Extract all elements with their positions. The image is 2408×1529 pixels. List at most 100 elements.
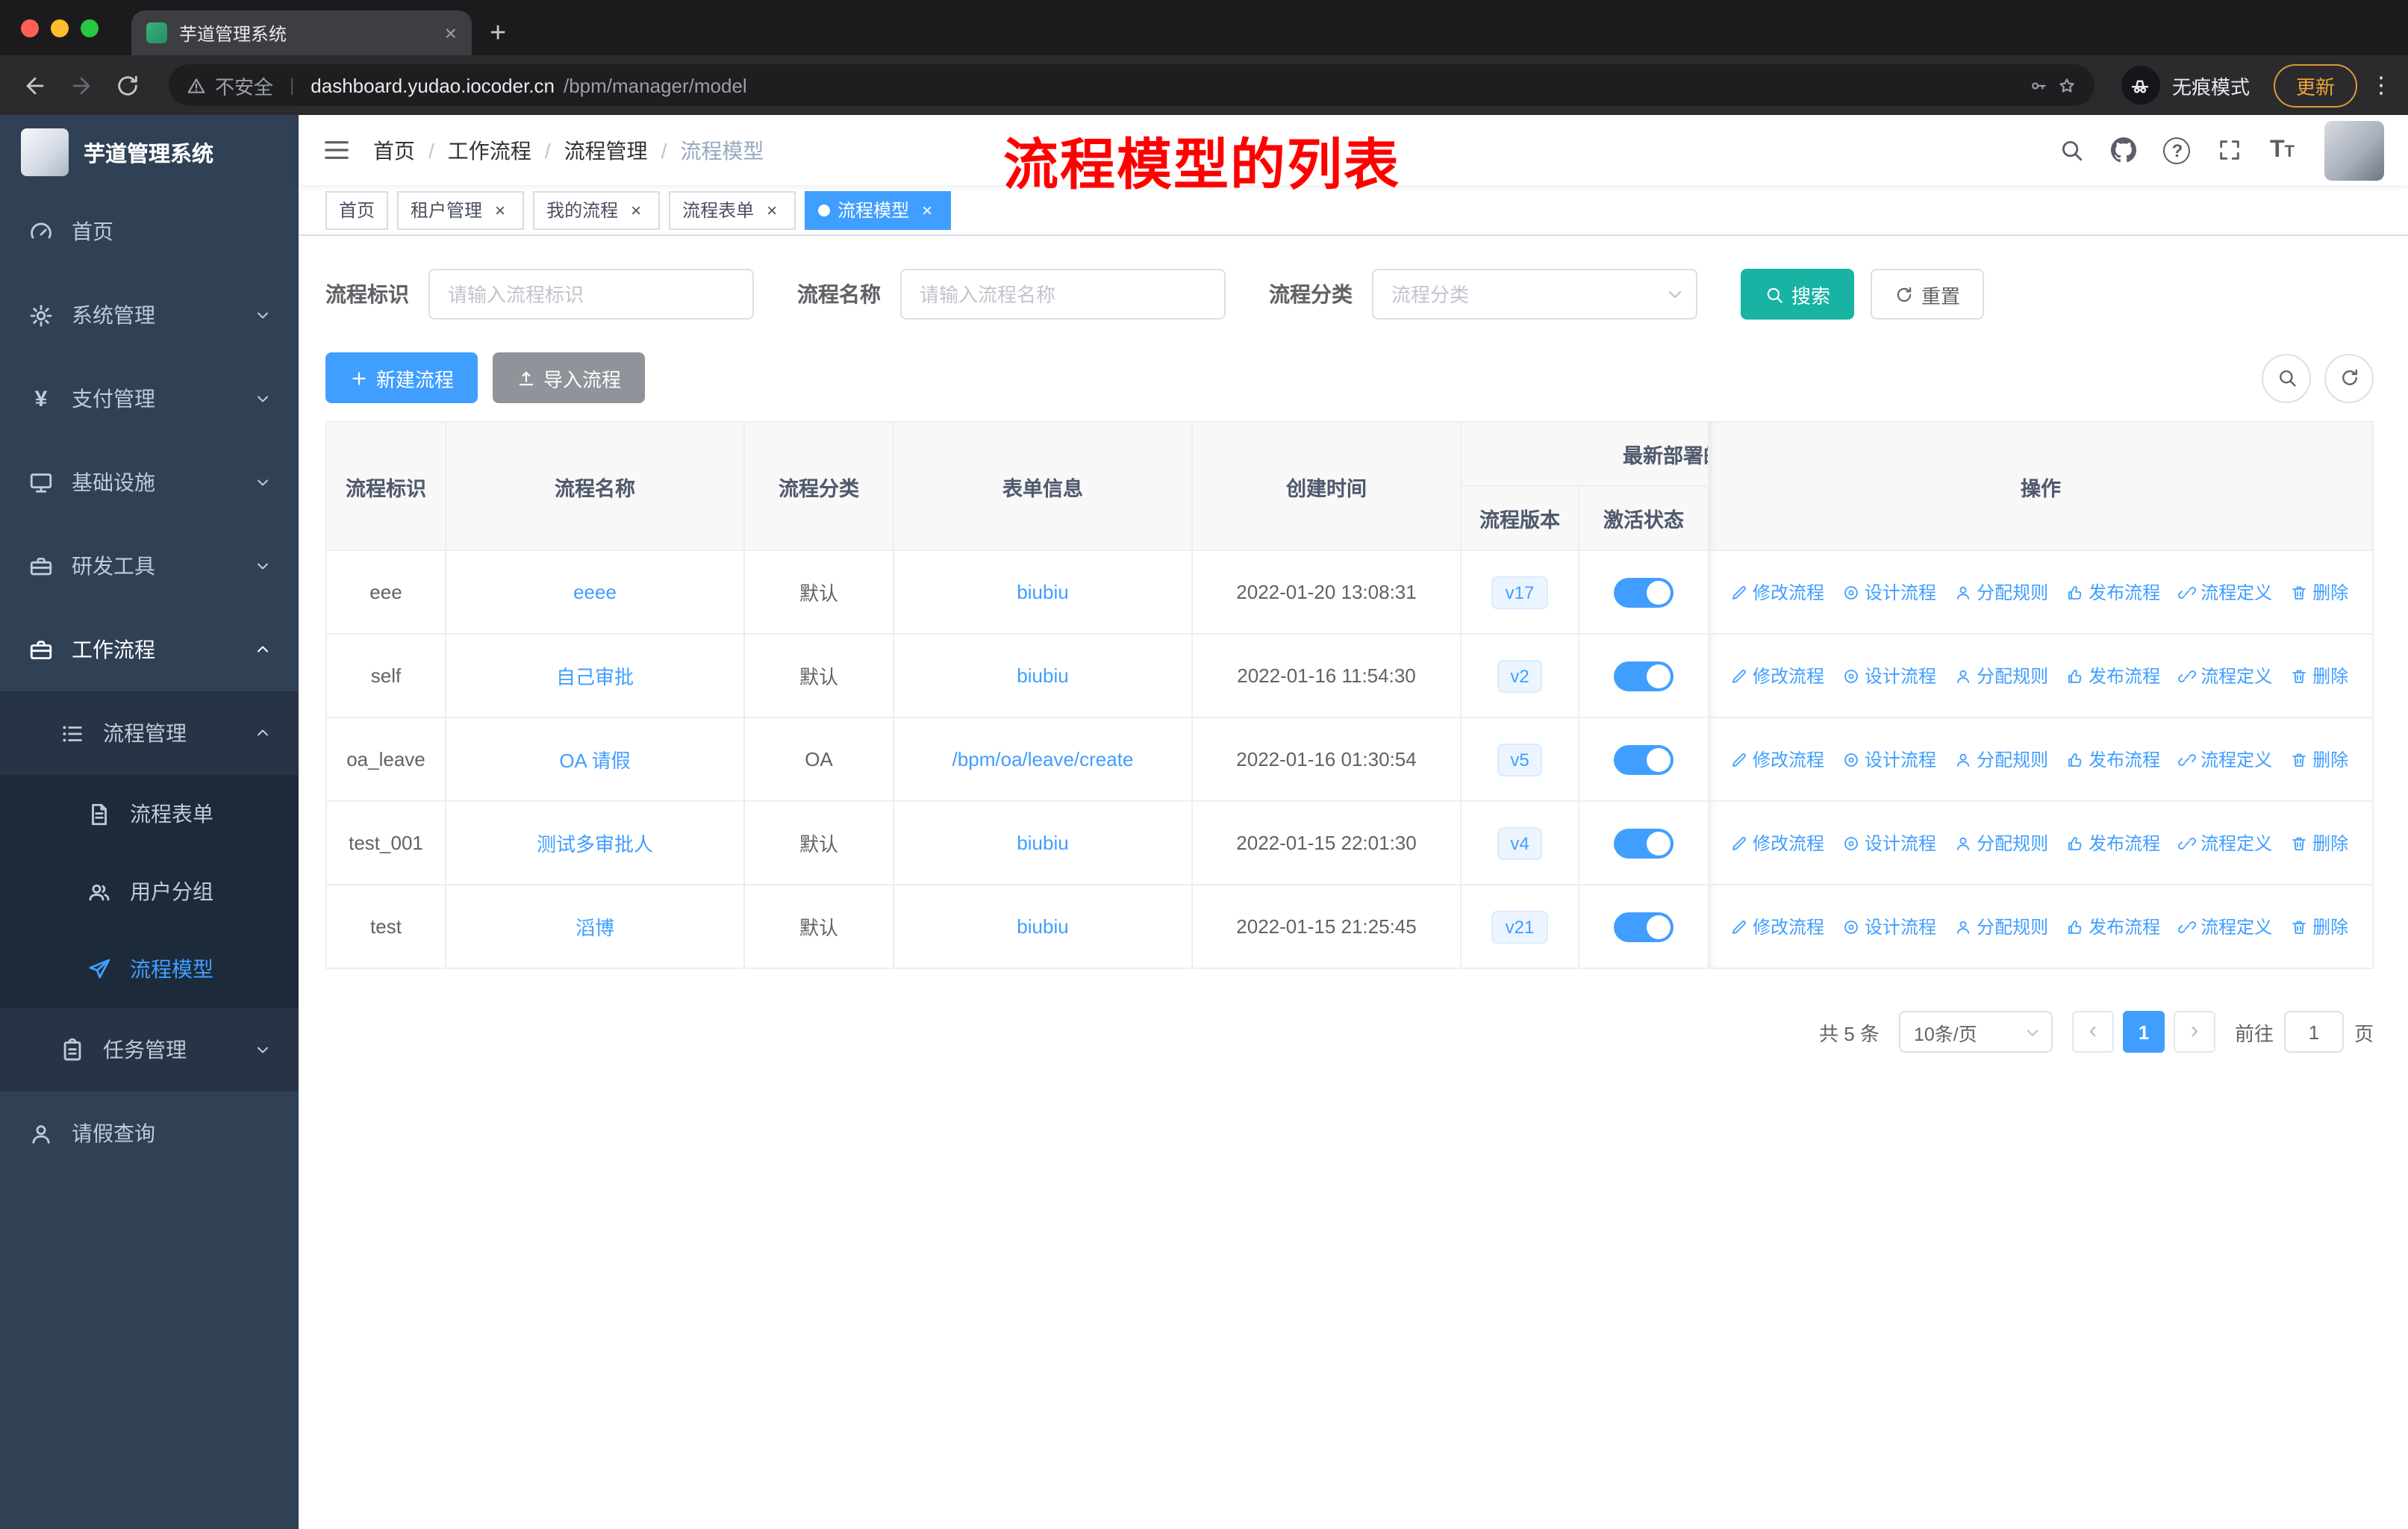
form-info-link[interactable]: biubiu xyxy=(1017,915,1068,938)
action-publish-process-link[interactable]: 发布流程 xyxy=(2066,747,2160,772)
process-name-link[interactable]: 自己审批 xyxy=(556,666,634,688)
action-delete-link[interactable]: 删除 xyxy=(2290,663,2348,688)
tag-close-icon[interactable]: × xyxy=(490,199,511,220)
page-size-select[interactable]: 10条/页 xyxy=(1898,1011,2053,1053)
tag-close-icon[interactable]: × xyxy=(761,199,782,220)
sidebar-toggle-icon[interactable] xyxy=(322,136,351,164)
sidebar-item-payment-management[interactable]: ¥ 支付管理 xyxy=(0,357,299,440)
user-avatar[interactable] xyxy=(2324,120,2384,180)
form-info-link[interactable]: biubiu xyxy=(1017,664,1068,687)
search-button[interactable]: 搜索 xyxy=(1741,269,1855,320)
action-edit-process-link[interactable]: 修改流程 xyxy=(1730,663,1824,688)
search-icon[interactable] xyxy=(2059,137,2085,163)
refresh-table-button[interactable] xyxy=(2324,353,2374,402)
breadcrumb-item-home[interactable]: 首页 xyxy=(373,135,415,165)
next-page-button[interactable]: › xyxy=(2173,1011,2215,1053)
sidebar-item-process-management[interactable]: 流程管理 xyxy=(0,691,299,775)
sidebar-item-dev-tools[interactable]: 研发工具 xyxy=(0,524,299,608)
sidebar-item-home[interactable]: 首页 xyxy=(0,190,299,273)
action-assign-rule-link[interactable]: 分配规则 xyxy=(1954,747,2048,772)
prev-page-button[interactable]: ‹ xyxy=(2071,1011,2114,1053)
sidebar-item-infrastructure[interactable]: 基础设施 xyxy=(0,440,299,524)
form-info-link[interactable]: biubiu xyxy=(1017,832,1068,854)
action-publish-process-link[interactable]: 发布流程 xyxy=(2066,579,2160,605)
address-bar[interactable]: 不安全 | dashboard.yudao.iocoder.cn/bpm/man… xyxy=(169,64,2094,106)
active-toggle[interactable] xyxy=(1614,912,1674,941)
action-edit-process-link[interactable]: 修改流程 xyxy=(1730,579,1824,605)
minimize-window-button[interactable] xyxy=(51,19,69,37)
action-assign-rule-link[interactable]: 分配规则 xyxy=(1954,579,2048,605)
font-size-icon[interactable]: TT xyxy=(2270,137,2295,162)
close-window-button[interactable] xyxy=(21,19,39,37)
import-process-button[interactable]: 导入流程 xyxy=(493,352,646,403)
breadcrumb-item-process-management[interactable]: 流程管理 xyxy=(564,135,648,165)
forward-button[interactable] xyxy=(61,65,102,105)
action-process-definition-link[interactable]: 流程定义 xyxy=(2178,579,2272,605)
process-name-link[interactable]: 滔博 xyxy=(576,917,614,939)
action-process-definition-link[interactable]: 流程定义 xyxy=(2178,663,2272,688)
tag-my-process[interactable]: 我的流程 × xyxy=(533,190,661,229)
form-info-link[interactable]: biubiu xyxy=(1017,581,1068,603)
reset-button[interactable]: 重置 xyxy=(1871,269,1985,320)
sidebar-item-workflow[interactable]: 工作流程 xyxy=(0,608,299,691)
active-toggle[interactable] xyxy=(1614,744,1674,774)
browser-update-button[interactable]: 更新 xyxy=(2273,63,2357,107)
action-edit-process-link[interactable]: 修改流程 xyxy=(1730,914,1824,939)
active-toggle[interactable] xyxy=(1614,828,1674,858)
action-assign-rule-link[interactable]: 分配规则 xyxy=(1954,914,2048,939)
app-logo[interactable]: 芋道管理系统 xyxy=(0,115,299,190)
fullscreen-icon[interactable] xyxy=(2218,137,2243,163)
reload-button[interactable] xyxy=(107,65,148,105)
tag-process-model[interactable]: 流程模型 × xyxy=(805,190,952,229)
password-key-icon[interactable] xyxy=(2029,75,2048,95)
current-page-button[interactable]: 1 xyxy=(2122,1011,2165,1053)
sidebar-item-user-group[interactable]: 用户分组 xyxy=(0,853,299,930)
action-delete-link[interactable]: 删除 xyxy=(2290,579,2348,605)
new-tab-button[interactable]: + xyxy=(490,19,506,48)
browser-tab[interactable]: 芋道管理系统 × xyxy=(131,10,472,55)
help-icon[interactable]: ? xyxy=(2163,137,2191,164)
sidebar-item-process-form[interactable]: 流程表单 xyxy=(0,775,299,853)
toggle-search-button[interactable] xyxy=(2262,353,2311,402)
process-name-link[interactable]: eeee xyxy=(573,581,617,603)
process-name-link[interactable]: 测试多审批人 xyxy=(537,833,653,856)
browser-menu-icon[interactable]: ⋮ xyxy=(2369,72,2393,99)
tag-close-icon[interactable]: × xyxy=(917,199,938,220)
action-process-definition-link[interactable]: 流程定义 xyxy=(2178,830,2272,856)
active-toggle[interactable] xyxy=(1614,577,1674,607)
tag-process-form[interactable]: 流程表单 × xyxy=(669,190,796,229)
tab-close-icon[interactable]: × xyxy=(445,22,457,43)
tag-tenant-management[interactable]: 租户管理 × xyxy=(397,190,525,229)
goto-page-input[interactable] xyxy=(2283,1011,2344,1053)
action-process-definition-link[interactable]: 流程定义 xyxy=(2178,914,2272,939)
action-edit-process-link[interactable]: 修改流程 xyxy=(1730,830,1824,856)
process-name-input[interactable] xyxy=(900,269,1226,320)
action-design-process-link[interactable]: 设计流程 xyxy=(1842,747,1936,772)
action-delete-link[interactable]: 删除 xyxy=(2290,747,2348,772)
github-icon[interactable] xyxy=(2112,137,2137,163)
action-delete-link[interactable]: 删除 xyxy=(2290,914,2348,939)
sidebar-item-process-model[interactable]: 流程模型 xyxy=(0,930,299,1008)
process-category-select[interactable] xyxy=(1372,269,1697,320)
tag-home[interactable]: 首页 xyxy=(325,190,389,229)
action-assign-rule-link[interactable]: 分配规则 xyxy=(1954,663,2048,688)
action-edit-process-link[interactable]: 修改流程 xyxy=(1730,747,1824,772)
form-info-link[interactable]: /bpm/oa/leave/create xyxy=(952,748,1134,770)
breadcrumb-item-workflow[interactable]: 工作流程 xyxy=(448,135,531,165)
sidebar-item-task-management[interactable]: 任务管理 xyxy=(0,1008,299,1092)
sidebar-item-leave-query[interactable]: 请假查询 xyxy=(0,1092,299,1175)
action-process-definition-link[interactable]: 流程定义 xyxy=(2178,747,2272,772)
tag-close-icon[interactable]: × xyxy=(626,199,646,220)
action-assign-rule-link[interactable]: 分配规则 xyxy=(1954,830,2048,856)
action-design-process-link[interactable]: 设计流程 xyxy=(1842,830,1936,856)
process-name-link[interactable]: OA 请假 xyxy=(559,750,630,772)
action-design-process-link[interactable]: 设计流程 xyxy=(1842,579,1936,605)
action-design-process-link[interactable]: 设计流程 xyxy=(1842,663,1936,688)
bookmark-star-icon[interactable] xyxy=(2057,75,2077,95)
action-publish-process-link[interactable]: 发布流程 xyxy=(2066,663,2160,688)
back-button[interactable] xyxy=(15,65,55,105)
process-key-input[interactable] xyxy=(428,269,754,320)
zoom-window-button[interactable] xyxy=(81,19,99,37)
process-category-select-input[interactable] xyxy=(1372,269,1697,320)
sidebar-item-system-management[interactable]: 系统管理 xyxy=(0,273,299,357)
